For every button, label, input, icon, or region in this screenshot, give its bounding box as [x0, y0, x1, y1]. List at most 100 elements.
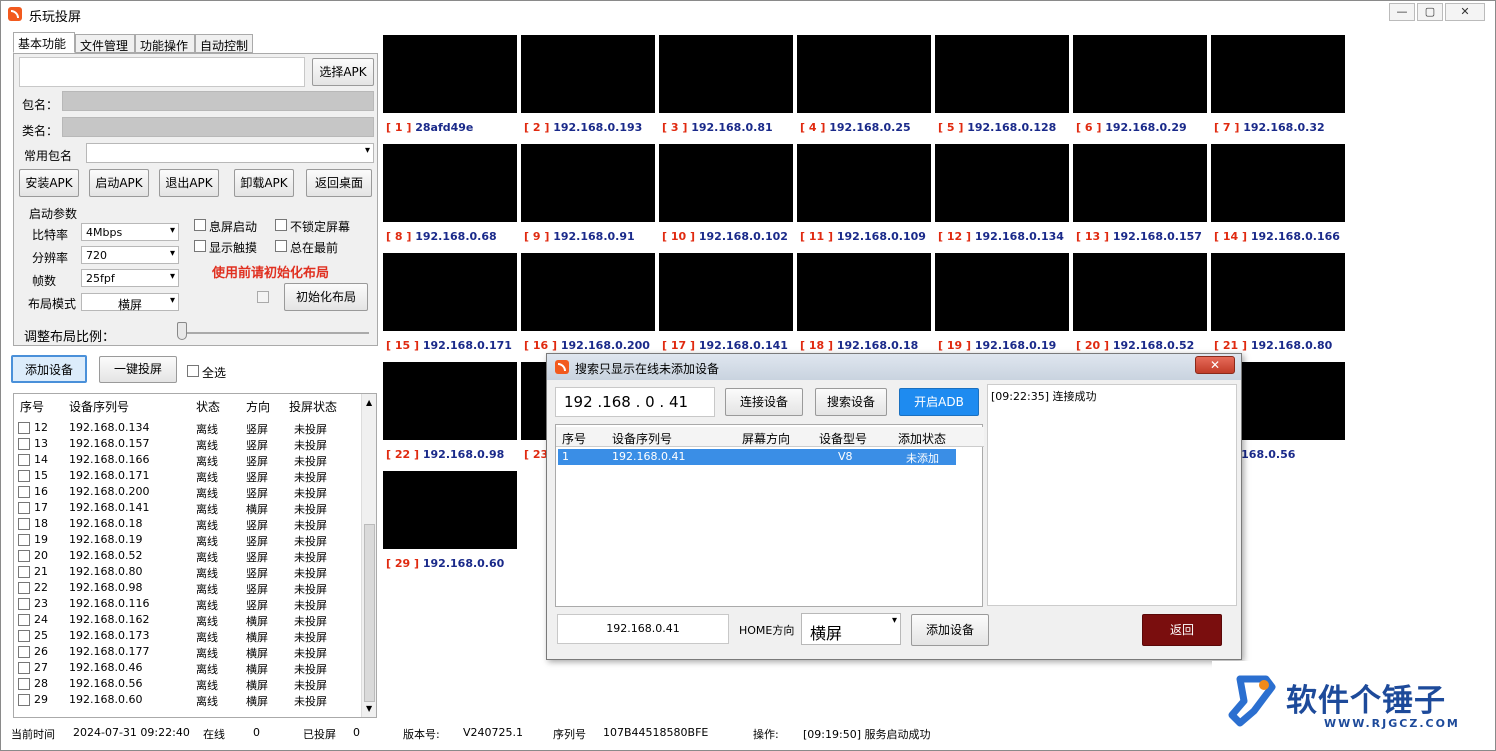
ratio-slider-thumb[interactable] [177, 322, 187, 340]
uninstall-apk-button[interactable]: 卸载APK [234, 169, 294, 197]
no-lock-checkbox[interactable] [275, 219, 287, 231]
show-touch-checkbox[interactable] [194, 240, 206, 252]
list-scrollbar[interactable]: ▲ ▼ [361, 394, 376, 717]
device-row-checkbox[interactable] [18, 582, 30, 594]
device-row[interactable]: 18 192.168.0.18 离线 竖屏 未投屏 [14, 516, 360, 532]
screen-tile[interactable] [383, 471, 517, 549]
screen-tile[interactable] [797, 35, 931, 113]
screen-tile[interactable] [935, 144, 1069, 222]
screen-tile[interactable] [797, 253, 931, 331]
device-row-checkbox[interactable] [18, 662, 30, 674]
dialog-close-button[interactable]: ✕ [1195, 356, 1235, 374]
device-row-checkbox[interactable] [18, 422, 30, 434]
device-row-checkbox[interactable] [18, 518, 30, 530]
device-row[interactable]: 19 192.168.0.19 离线 竖屏 未投屏 [14, 532, 360, 548]
device-row-checkbox[interactable] [18, 630, 30, 642]
bitrate-select[interactable]: 4Mbps [81, 223, 179, 241]
screen-tile[interactable] [659, 253, 793, 331]
home-direction-select[interactable]: 横屏 [801, 613, 901, 645]
screen-tile[interactable] [521, 35, 655, 113]
device-row-checkbox[interactable] [18, 486, 30, 498]
device-row-checkbox[interactable] [18, 470, 30, 482]
search-device-button[interactable]: 搜索设备 [815, 388, 887, 416]
device-row-checkbox[interactable] [18, 646, 30, 658]
install-apk-button[interactable]: 安装APK [19, 169, 79, 197]
common-package-select[interactable] [86, 143, 374, 163]
select-all-checkbox[interactable] [187, 365, 199, 377]
screen-tile[interactable] [1073, 35, 1207, 113]
device-row-checkbox[interactable] [18, 550, 30, 562]
always-top-checkbox[interactable] [275, 240, 287, 252]
one-key-cast-button[interactable]: 一键投屏 [99, 356, 177, 383]
device-row[interactable]: 27 192.168.0.46 离线 横屏 未投屏 [14, 660, 360, 676]
scroll-up-icon[interactable]: ▲ [366, 398, 372, 407]
screen-tile[interactable] [1211, 35, 1345, 113]
device-ip-field[interactable]: 192.168.0.41 [557, 614, 729, 644]
screen-tile[interactable] [521, 253, 655, 331]
device-row-checkbox[interactable] [18, 566, 30, 578]
enable-adb-button[interactable]: 开启ADB [899, 388, 979, 416]
screen-tile[interactable] [1211, 253, 1345, 331]
maximize-button[interactable]: ▢ [1417, 3, 1443, 21]
device-row-checkbox[interactable] [18, 694, 30, 706]
screen-tile[interactable] [659, 35, 793, 113]
device-row[interactable]: 25 192.168.0.173 离线 横屏 未投屏 [14, 628, 360, 644]
screen-off-checkbox[interactable] [194, 219, 206, 231]
device-row-checkbox[interactable] [18, 534, 30, 546]
layout-select[interactable]: 横屏 [81, 293, 179, 312]
device-row[interactable]: 29 192.168.0.60 离线 横屏 未投屏 [14, 692, 360, 708]
scroll-down-icon[interactable]: ▼ [366, 704, 372, 713]
device-row[interactable]: 15 192.168.0.171 离线 竖屏 未投屏 [14, 468, 360, 484]
device-row[interactable]: 26 192.168.0.177 离线 横屏 未投屏 [14, 644, 360, 660]
screen-tile[interactable] [521, 144, 655, 222]
home-button[interactable]: 返回桌面 [306, 169, 372, 197]
device-row-checkbox[interactable] [18, 502, 30, 514]
screen-tile[interactable] [383, 144, 517, 222]
device-row-checkbox[interactable] [18, 598, 30, 610]
select-apk-button[interactable]: 选择APK [312, 58, 374, 86]
device-row[interactable]: 21 192.168.0.80 离线 竖屏 未投屏 [14, 564, 360, 580]
device-row[interactable]: 22 192.168.0.98 离线 竖屏 未投屏 [14, 580, 360, 596]
back-button[interactable]: 返回 [1142, 614, 1222, 646]
device-row-checkbox[interactable] [18, 438, 30, 450]
device-row-checkbox[interactable] [18, 614, 30, 626]
device-row[interactable]: 17 192.168.0.141 离线 横屏 未投屏 [14, 500, 360, 516]
device-row-checkbox[interactable] [18, 678, 30, 690]
tab-file[interactable]: 文件管理 [75, 34, 135, 53]
start-apk-button[interactable]: 启动APK [89, 169, 149, 197]
device-row[interactable]: 24 192.168.0.162 离线 横屏 未投屏 [14, 612, 360, 628]
add-device-button[interactable]: 添加设备 [11, 355, 87, 383]
screen-tile[interactable] [1073, 253, 1207, 331]
tab-function[interactable]: 功能操作 [135, 34, 195, 53]
tab-auto[interactable]: 自动控制 [195, 34, 253, 53]
device-row[interactable]: 23 192.168.0.116 离线 竖屏 未投屏 [14, 596, 360, 612]
device-row[interactable]: 28 192.168.0.56 离线 横屏 未投屏 [14, 676, 360, 692]
minimize-button[interactable]: — [1389, 3, 1415, 21]
fps-select[interactable]: 25fpf [81, 269, 179, 287]
scroll-thumb[interactable] [364, 524, 375, 702]
ip-address-input[interactable]: 192 .168 . 0 . 41 [555, 387, 715, 417]
found-device-row[interactable]: 1 192.168.0.41 V8 未添加 [558, 449, 956, 465]
screen-tile[interactable] [383, 362, 517, 440]
dialog-add-device-button[interactable]: 添加设备 [911, 614, 989, 646]
device-row[interactable]: 12 192.168.0.134 离线 竖屏 未投屏 [14, 420, 360, 436]
screen-tile[interactable] [1073, 144, 1207, 222]
resolution-select[interactable]: 720 [81, 246, 179, 264]
screen-tile[interactable] [935, 253, 1069, 331]
screen-tile[interactable] [659, 144, 793, 222]
screen-tile[interactable] [935, 35, 1069, 113]
screen-tile[interactable] [1211, 144, 1345, 222]
close-button[interactable]: ✕ [1445, 3, 1485, 21]
connect-device-button[interactable]: 连接设备 [725, 388, 803, 416]
apk-path-input[interactable] [19, 57, 305, 87]
init-layout-button[interactable]: 初始化布局 [284, 283, 368, 311]
init-checkbox[interactable] [257, 291, 269, 303]
screen-tile[interactable] [383, 35, 517, 113]
tab-basic[interactable]: 基本功能 [13, 32, 75, 53]
device-row[interactable]: 20 192.168.0.52 离线 竖屏 未投屏 [14, 548, 360, 564]
device-row[interactable]: 14 192.168.0.166 离线 竖屏 未投屏 [14, 452, 360, 468]
screen-tile[interactable] [797, 144, 931, 222]
exit-apk-button[interactable]: 退出APK [159, 169, 219, 197]
device-row[interactable]: 16 192.168.0.200 离线 竖屏 未投屏 [14, 484, 360, 500]
device-row[interactable]: 13 192.168.0.157 离线 竖屏 未投屏 [14, 436, 360, 452]
